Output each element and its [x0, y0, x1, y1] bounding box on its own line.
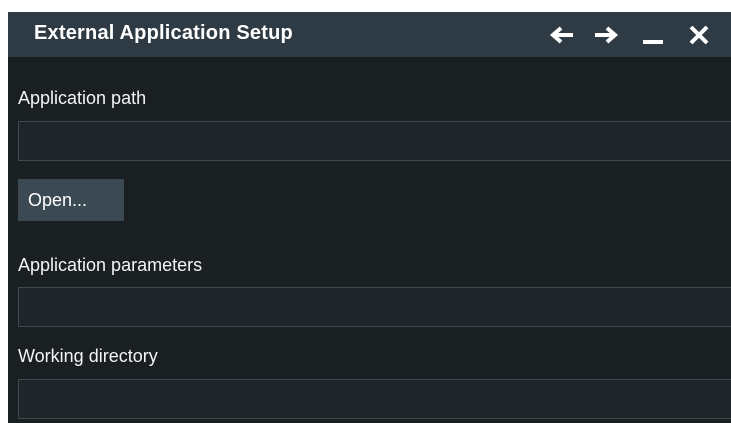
- application-path-label: Application path: [18, 88, 147, 108]
- close-button[interactable]: [687, 24, 713, 46]
- external-application-setup-dialog: External Application Setup Application p…: [8, 12, 731, 423]
- close-icon: [689, 25, 709, 45]
- dialog-title: External Application Setup: [34, 22, 293, 44]
- minimize-icon: [643, 40, 663, 44]
- dialog-titlebar: External Application Setup: [8, 12, 731, 57]
- minimize-button[interactable]: [641, 24, 667, 46]
- arrow-left-icon: [549, 26, 573, 44]
- arrow-right-icon: [595, 26, 619, 44]
- back-button[interactable]: [549, 24, 575, 46]
- working-directory-label: Working directory: [18, 346, 158, 366]
- open-button[interactable]: Open...: [18, 179, 124, 221]
- application-parameters-input[interactable]: [18, 287, 731, 327]
- forward-button[interactable]: [593, 24, 619, 46]
- working-directory-input[interactable]: [18, 379, 731, 419]
- application-path-input[interactable]: [18, 121, 731, 161]
- application-parameters-label: Application parameters: [18, 255, 203, 275]
